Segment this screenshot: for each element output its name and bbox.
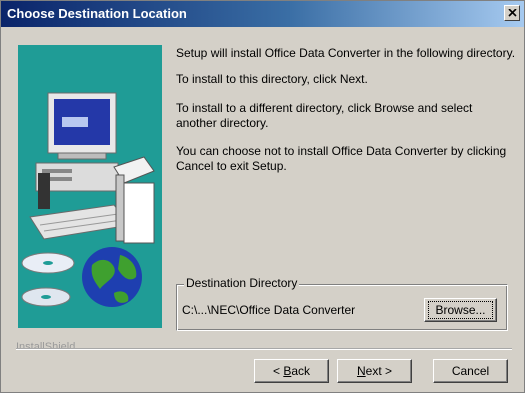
cancel-button[interactable]: Cancel xyxy=(433,359,508,383)
back-prefix: < xyxy=(272,364,284,378)
instruction-cancel: You can choose not to install Office Dat… xyxy=(176,144,507,173)
intro-text: Setup will install Office Data Converter… xyxy=(176,46,516,60)
close-icon xyxy=(508,9,517,17)
instruction-next: To install to this directory, click Next… xyxy=(176,72,368,86)
destination-path: C:\...\NEC\Office Data Converter xyxy=(182,303,356,317)
title-bar[interactable]: Choose Destination Location xyxy=(1,1,524,27)
browse-label: Browse... xyxy=(428,301,493,319)
destination-legend: Destination Directory xyxy=(184,276,300,290)
browse-button[interactable]: Browse... xyxy=(424,298,497,322)
cancel-label: Cancel xyxy=(451,364,490,378)
close-button[interactable] xyxy=(504,5,520,21)
computer-cd-globe-illustration xyxy=(21,92,155,307)
back-rest: ack xyxy=(291,364,311,378)
window-title: Choose Destination Location xyxy=(7,6,187,21)
next-mnemonic: N xyxy=(356,364,366,378)
instruction-browse: To install to a different directory, cli… xyxy=(176,101,473,130)
back-mnemonic: B xyxy=(283,364,292,378)
next-rest: ext > xyxy=(365,364,393,378)
installshield-brand: InstallShield xyxy=(16,341,82,353)
setup-dialog: Choose Destination Location Setup will i… xyxy=(0,0,525,393)
setup-illustration xyxy=(18,45,162,328)
back-button[interactable]: < Back xyxy=(254,359,329,383)
next-button[interactable]: Next > xyxy=(337,359,412,383)
footer-divider xyxy=(16,348,512,350)
